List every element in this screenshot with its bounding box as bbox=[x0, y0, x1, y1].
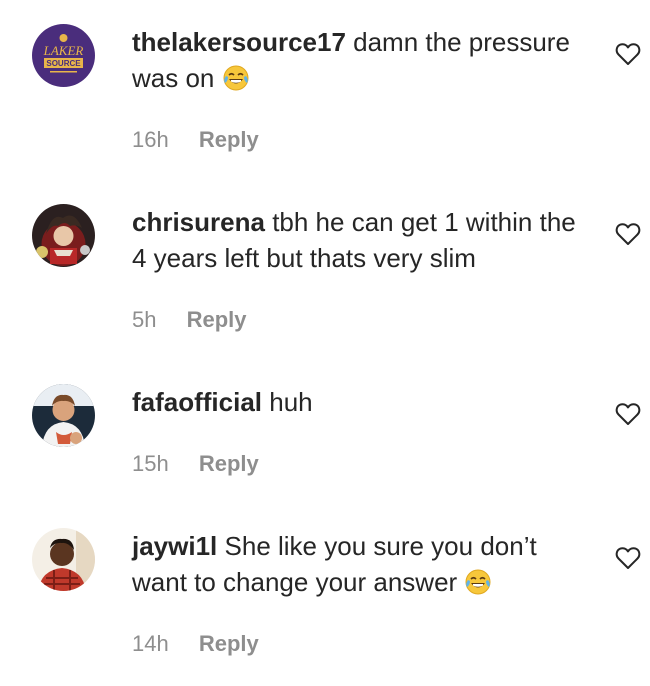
comment-meta: 16h Reply bbox=[132, 126, 259, 154]
heart-outline-icon[interactable] bbox=[615, 222, 641, 246]
heart-outline-icon[interactable] bbox=[615, 546, 641, 570]
avatar-logo-text-bottom: SOURCE bbox=[46, 59, 81, 68]
heart-outline-icon[interactable] bbox=[615, 42, 641, 66]
avatar-logo-text-top: LAKER bbox=[43, 43, 84, 58]
reply-button[interactable]: Reply bbox=[199, 451, 259, 476]
comment-username[interactable]: jaywi1l bbox=[132, 531, 217, 561]
face-with-tears-of-joy-icon bbox=[465, 569, 491, 595]
comment-timestamp[interactable]: 14h bbox=[132, 631, 169, 656]
comment-timestamp[interactable]: 16h bbox=[132, 127, 169, 152]
comment-text: jaywi1l She like you sure you don’t want… bbox=[132, 528, 592, 600]
comment-username[interactable]: fafaofficial bbox=[132, 387, 262, 417]
comment-text: chrisurena tbh he can get 1 within the 4… bbox=[132, 204, 592, 276]
comment-timestamp[interactable]: 15h bbox=[132, 451, 169, 476]
comment-text: thelakersource17 damn the pressure was o… bbox=[132, 24, 592, 96]
avatar[interactable] bbox=[32, 384, 95, 447]
reply-button[interactable]: Reply bbox=[187, 307, 247, 332]
comment-timestamp[interactable]: 5h bbox=[132, 307, 156, 332]
heart-outline-icon[interactable] bbox=[615, 402, 641, 426]
face-with-tears-of-joy-icon bbox=[223, 65, 249, 91]
comment-username[interactable]: chrisurena bbox=[132, 207, 265, 237]
comment-text: fafaofficial huh bbox=[132, 384, 592, 420]
avatar[interactable] bbox=[32, 204, 95, 267]
comment-meta: 5h Reply bbox=[132, 306, 247, 334]
comment-username[interactable]: thelakersource17 bbox=[132, 27, 346, 57]
avatar[interactable] bbox=[32, 528, 95, 591]
reply-button[interactable]: Reply bbox=[199, 631, 259, 656]
reply-button[interactable]: Reply bbox=[199, 127, 259, 152]
comment-meta: 14h Reply bbox=[132, 630, 259, 658]
avatar[interactable]: LAKER SOURCE bbox=[32, 24, 95, 87]
comment-meta: 15h Reply bbox=[132, 450, 259, 478]
comment-body: huh bbox=[269, 387, 313, 417]
